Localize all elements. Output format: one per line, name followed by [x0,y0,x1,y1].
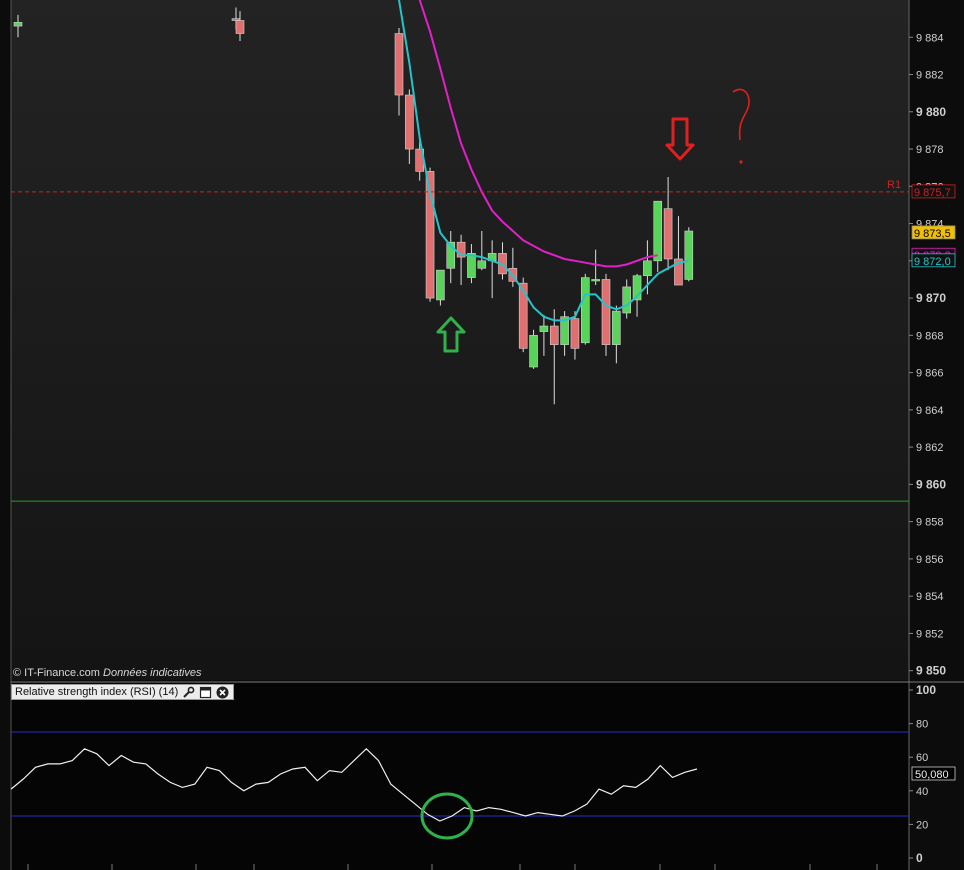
question-mark-dot [739,160,743,164]
copyright-notice: © IT-Finance.com Données indicatives [13,667,201,679]
candle-up [591,279,600,282]
candle-up [643,260,652,277]
rsi-panel-title: Relative strength index (RSI) (14) [15,686,179,698]
rsi-panel-header: Relative strength index (RSI) (14) [11,684,235,700]
price-tick-label: 9 854 [916,591,944,603]
rsi-tick-label: 20 [916,819,928,831]
price-panel [11,0,909,680]
rsi-tick-label: 0 [916,851,923,865]
last-value-tag: 9 873,5 [914,228,951,240]
price-tick-label: 9 852 [916,628,944,640]
copyright-note: Données indicatives [103,667,202,679]
candle-up [467,253,476,278]
rsi-tick-label: 60 [916,752,928,764]
price-tick-label: 9 860 [916,477,946,491]
price-tick-label: 9 864 [916,405,944,417]
price-tick-label: 9 878 [916,144,944,156]
window-icon[interactable] [199,686,212,699]
close-icon[interactable] [216,686,229,699]
candle-down [570,318,580,349]
price-tick-label: 9 884 [916,32,944,44]
rsi-panel [11,683,909,870]
price-tick-label: 9 868 [916,330,944,342]
price-tick-label: 9 862 [916,442,944,454]
copyright-source: © IT-Finance.com [13,667,100,679]
resistance-label: R1 [887,179,901,191]
price-tick-label: 9 880 [916,105,946,119]
candle-up [622,286,632,314]
price-tick-label: 9 856 [916,554,944,566]
candle-down [235,20,245,34]
trading-chart[interactable]: 9 8849 8829 8809 8789 8769 8749 8729 870… [0,0,964,870]
price-tick-label: 9 858 [916,517,944,529]
rsi-value-tag: 50,080 [915,769,949,781]
candle-down [549,325,559,345]
candle-up [477,260,487,269]
wrench-icon[interactable] [182,686,195,699]
candle-up [653,200,663,262]
candle-up [13,22,23,27]
candle-up [580,277,590,344]
candle-up [436,269,445,301]
price-tick-label: 9 850 [916,664,946,678]
candle-up [529,335,538,368]
rsi-tick-label: 40 [916,786,928,798]
candle-up [539,325,549,332]
price-tick-label: 9 866 [916,368,944,380]
candle-up [612,310,621,345]
rsi-tick-label: 100 [916,683,936,697]
candle-down [663,208,673,260]
rsi-tick-label: 80 [916,719,928,731]
candle-down [405,94,414,150]
candle-up [684,230,694,280]
candle-down [601,279,611,345]
resistance-value-tag: 9 875,7 [914,187,951,199]
price-tick-label: 9 882 [916,70,944,82]
last-value-tag: 9 872,0 [914,256,951,268]
candle-down [518,282,528,349]
candle-down [394,33,404,96]
price-tick-label: 9 870 [916,291,946,305]
